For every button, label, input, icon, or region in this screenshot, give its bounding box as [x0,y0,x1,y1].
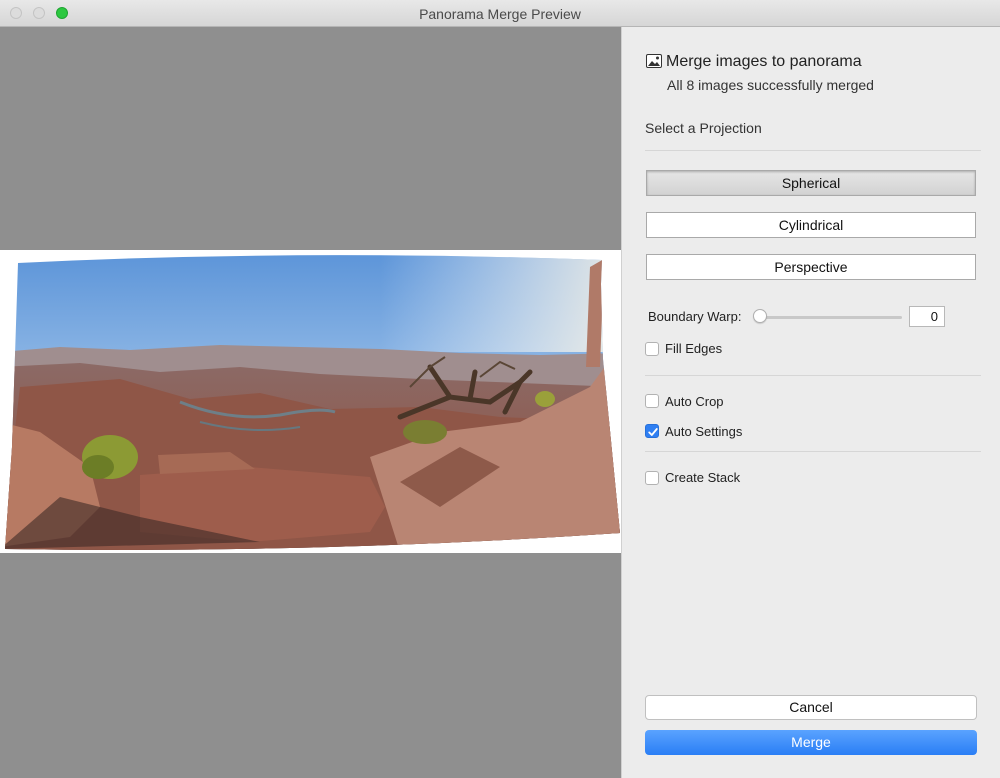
window-title: Panorama Merge Preview [419,6,581,22]
boundary-warp-value-input[interactable] [909,306,945,327]
fill-edges-checkbox[interactable] [645,342,659,356]
divider [645,451,981,452]
panorama-preview-image [0,250,621,553]
auto-crop-checkbox[interactable] [645,394,659,408]
perspective-button[interactable]: Perspective [646,254,976,280]
boundary-warp-slider-handle[interactable] [753,309,767,323]
cancel-button[interactable]: Cancel [645,695,977,720]
divider [645,150,981,151]
projection-heading: Select a Projection [645,120,762,136]
auto-settings-checkbox[interactable] [645,424,659,438]
create-stack-checkbox[interactable] [645,471,659,485]
settings-panel: Merge images to panorama All 8 images su… [621,27,1000,778]
checkmark-icon [648,428,658,436]
merge-button[interactable]: Merge [645,730,977,755]
title-bar[interactable]: Panorama Merge Preview [0,0,1000,27]
auto-settings-label: Auto Settings [665,424,743,439]
create-stack-label: Create Stack [665,470,741,485]
merge-status: All 8 images successfully merged [667,77,874,93]
merge-heading: Merge images to panorama [666,53,862,70]
panorama-preview-area [0,27,621,778]
auto-crop-label: Auto Crop [665,394,724,409]
spherical-button[interactable]: Spherical [646,170,976,196]
boundary-warp-label: Boundary Warp: [648,309,742,324]
cylindrical-button[interactable]: Cylindrical [646,212,976,238]
image-icon [646,54,662,68]
fill-edges-label: Fill Edges [665,341,723,356]
boundary-warp-slider-track[interactable] [758,316,902,319]
panorama-merge-window: Panorama Merge Preview Merge images to p… [0,0,1000,778]
divider [645,375,981,376]
